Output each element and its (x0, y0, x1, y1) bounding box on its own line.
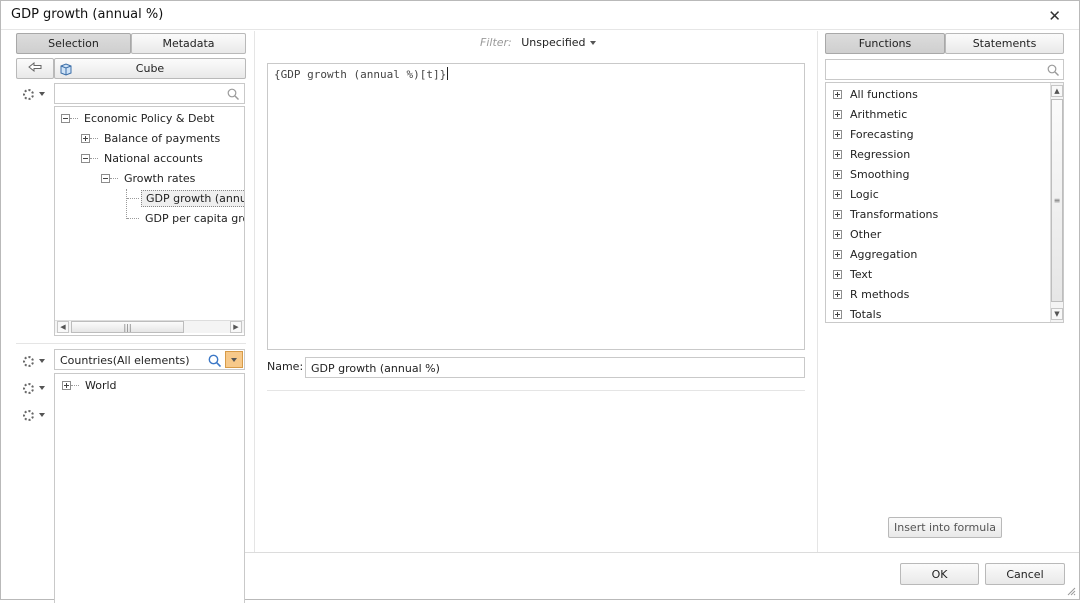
metadata-tree: Economic Policy & Debt Balance of paymen… (54, 106, 245, 336)
tree-options-button[interactable] (23, 87, 51, 101)
gear-icon (23, 355, 34, 367)
scroll-thumb[interactable]: ||| (71, 321, 184, 333)
tree-node-gdp-growth[interactable]: GDP growth (annual (127, 189, 244, 207)
function-item[interactable]: Text (833, 265, 872, 283)
function-search-input[interactable] (825, 59, 1064, 80)
expand-icon[interactable] (833, 109, 842, 119)
scroll-right-icon[interactable]: ▶ (230, 321, 242, 333)
gear-icon (23, 409, 34, 421)
formula-text: {GDP growth (annual %)[t]} (274, 68, 447, 81)
expand-icon[interactable] (833, 309, 842, 319)
function-item[interactable]: Aggregation (833, 245, 917, 263)
chevron-down-icon (39, 92, 45, 96)
tab-statements[interactable]: Statements (945, 33, 1064, 54)
chevron-down-icon (39, 413, 45, 417)
gear-icon (23, 88, 34, 100)
expand-icon[interactable] (833, 269, 842, 279)
tree-horizontal-scrollbar[interactable]: ◀ ||| ▶ (55, 320, 244, 333)
title-bar: GDP growth (annual %) ✕ (1, 1, 1079, 30)
ok-button[interactable]: OK (900, 563, 979, 585)
collapse-icon[interactable] (81, 153, 90, 163)
right-pane-divider (817, 31, 818, 552)
expand-icon[interactable] (833, 209, 842, 219)
footer-divider (245, 552, 1079, 553)
function-item[interactable]: Transformations (833, 205, 938, 223)
expand-icon[interactable] (833, 289, 842, 299)
function-item[interactable]: Other (833, 225, 881, 243)
function-item[interactable]: Logic (833, 185, 879, 203)
gear-icon (23, 382, 34, 394)
center-divider (267, 390, 805, 391)
chevron-down-icon (39, 386, 45, 390)
filter-label: Filter: (480, 36, 512, 49)
expand-icon[interactable] (833, 249, 842, 259)
back-button[interactable] (16, 58, 54, 79)
tree-node-economic-policy[interactable]: Economic Policy & Debt (61, 109, 219, 127)
tree-node-gdp-per-capita[interactable]: GDP per capita grow (127, 209, 244, 227)
dimension-options-button-3[interactable] (23, 408, 51, 422)
expand-icon[interactable] (833, 129, 842, 139)
function-item[interactable]: Arithmetic (833, 105, 907, 123)
search-icon[interactable] (227, 88, 239, 100)
left-divider (16, 343, 246, 344)
tree-node-growth-rates[interactable]: Growth rates (101, 169, 199, 187)
filter-row: Filter: Unspecified (480, 36, 596, 49)
tree-node-balance-of-payments[interactable]: Balance of payments (81, 129, 224, 147)
back-arrow-icon (28, 61, 42, 75)
expand-icon[interactable] (833, 149, 842, 159)
function-item[interactable]: Regression (833, 145, 910, 163)
scroll-up-icon[interactable]: ▲ (1051, 85, 1063, 97)
scroll-down-icon[interactable]: ▼ (1051, 308, 1063, 320)
chevron-down-icon (39, 359, 45, 363)
chevron-down-icon (231, 357, 237, 362)
text-caret (447, 67, 449, 80)
function-list: All functions Arithmetic Forecasting Reg… (825, 82, 1064, 323)
chevron-down-icon (589, 41, 596, 45)
expand-icon[interactable] (833, 229, 842, 239)
dimension-options-button-2[interactable] (23, 381, 51, 395)
tree-search-input[interactable] (54, 83, 245, 104)
function-item[interactable]: Smoothing (833, 165, 909, 183)
dimension-options-button[interactable] (23, 354, 51, 368)
cube-icon (59, 62, 73, 79)
expand-icon[interactable] (833, 189, 842, 199)
search-icon[interactable] (1047, 64, 1059, 76)
left-pane-divider (254, 31, 255, 552)
function-item[interactable]: Forecasting (833, 125, 914, 143)
filter-dropdown[interactable]: Unspecified (521, 36, 596, 49)
expand-icon[interactable] (833, 169, 842, 179)
close-icon[interactable]: ✕ (1048, 7, 1061, 25)
tab-selection[interactable]: Selection (16, 33, 131, 54)
scroll-left-icon[interactable]: ◀ (57, 321, 69, 333)
formula-editor[interactable]: {GDP growth (annual %)[t]} (267, 63, 805, 350)
expand-icon[interactable] (62, 380, 71, 390)
search-icon[interactable] (208, 354, 221, 367)
function-item[interactable]: All functions (833, 85, 918, 103)
insert-into-formula-button[interactable]: Insert into formula (888, 517, 1002, 538)
tab-metadata[interactable]: Metadata (131, 33, 246, 54)
cube-button[interactable]: Cube (54, 58, 246, 79)
collapse-icon[interactable] (101, 173, 110, 183)
cancel-button[interactable]: Cancel (985, 563, 1065, 585)
expand-icon[interactable] (833, 89, 842, 99)
function-list-scrollbar[interactable]: ▲ ≡ ▼ (1050, 83, 1063, 322)
function-item[interactable]: R methods (833, 285, 909, 303)
dimension-select[interactable]: Countries(All elements) (54, 349, 245, 370)
dialog-window: GDP growth (annual %) ✕ Selection Metada… (0, 0, 1080, 603)
dimension-tree: World (54, 373, 245, 603)
expand-icon[interactable] (81, 133, 90, 143)
tab-functions[interactable]: Functions (825, 33, 945, 54)
cube-label: Cube (135, 62, 165, 75)
dialog-title: GDP growth (annual %) (11, 7, 164, 22)
collapse-icon[interactable] (61, 113, 70, 123)
tree-node-national-accounts[interactable]: National accounts (81, 149, 207, 167)
name-label: Name: (267, 360, 304, 373)
function-item[interactable]: Totals (833, 305, 881, 322)
dropdown-toggle-button[interactable] (225, 351, 243, 368)
scroll-thumb[interactable]: ≡ (1051, 99, 1063, 302)
resize-grip-icon[interactable] (1066, 586, 1076, 596)
name-input[interactable]: GDP growth (annual %) (305, 357, 805, 378)
tree-node-world[interactable]: World (62, 376, 121, 394)
